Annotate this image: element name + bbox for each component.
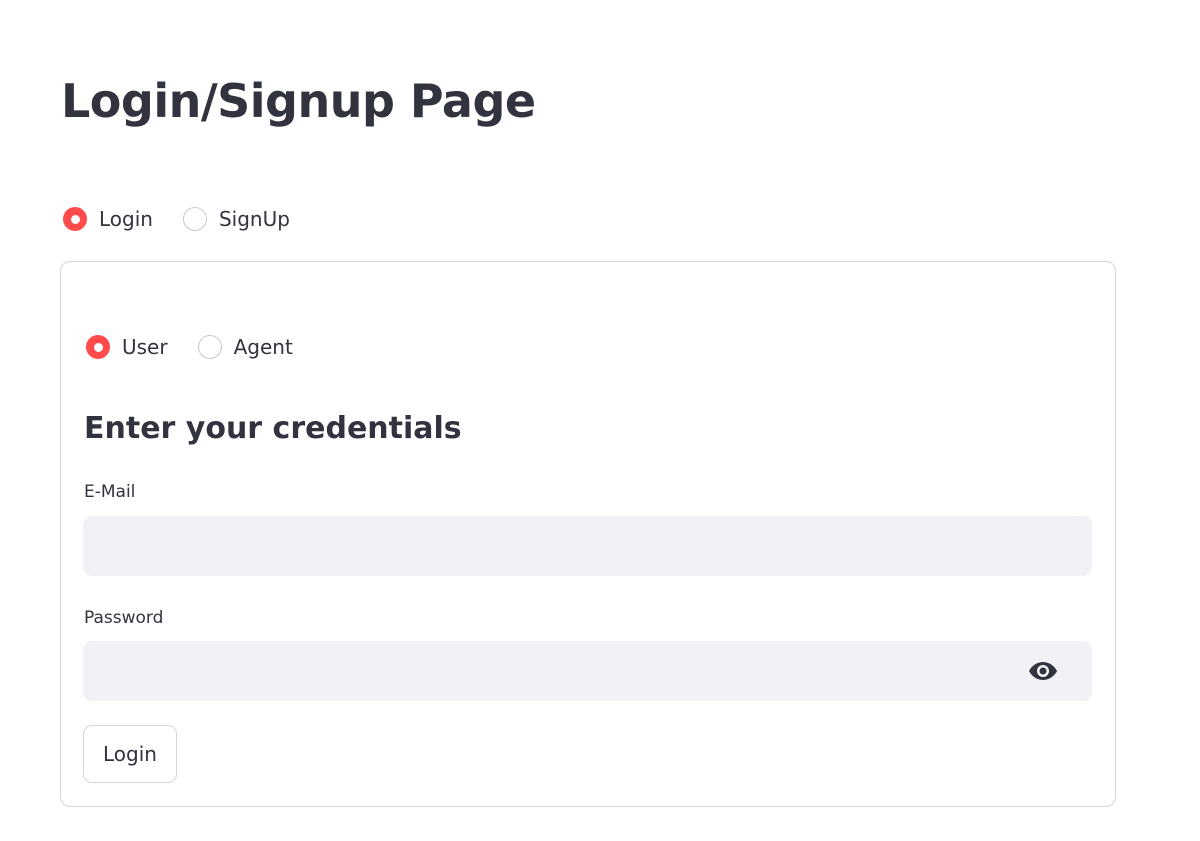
radio-button-signup[interactable] (182, 207, 207, 231)
radio-label-signup: SignUp (218, 207, 290, 231)
radio-label-user: User (122, 335, 168, 359)
login-button[interactable]: Login (83, 725, 177, 783)
radio-button-login[interactable] (63, 207, 87, 231)
mode-radio-group: Login SignUp (63, 207, 290, 231)
eye-icon[interactable] (1028, 660, 1058, 682)
password-label: Password (84, 608, 164, 628)
page-title: Login/Signup Page (61, 74, 536, 128)
email-label: E-Mail (84, 482, 136, 502)
radio-button-agent[interactable] (197, 335, 222, 359)
email-input[interactable] (83, 516, 1092, 576)
radio-label-agent: Agent (233, 335, 293, 359)
radio-option-login[interactable]: Login (63, 207, 153, 231)
radio-button-user[interactable] (86, 335, 110, 359)
password-input[interactable] (83, 641, 1092, 701)
eye-icon-graphic (1029, 662, 1057, 680)
radio-label-login: Login (99, 207, 153, 231)
radio-option-signup[interactable]: SignUp (182, 207, 290, 231)
radio-option-user[interactable]: User (86, 335, 168, 359)
role-radio-group: User Agent (86, 335, 293, 359)
form-heading: Enter your credentials (84, 411, 462, 446)
radio-option-agent[interactable]: Agent (197, 335, 293, 359)
